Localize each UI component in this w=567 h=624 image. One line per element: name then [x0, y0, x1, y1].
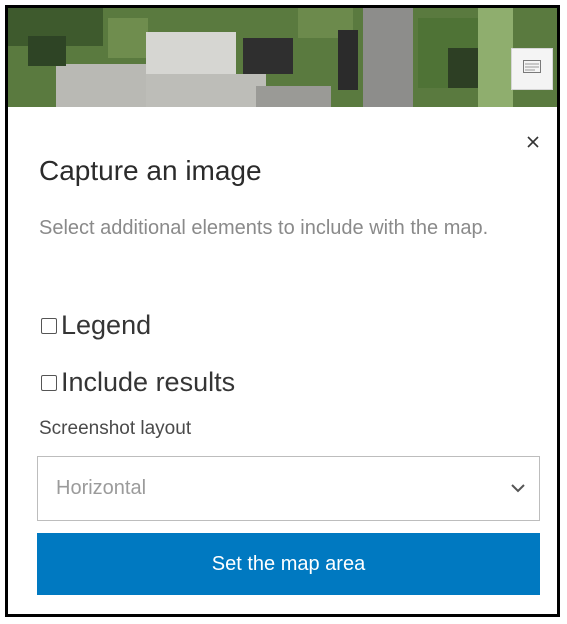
- screenshot-layout-select[interactable]: Horizontal: [37, 456, 540, 521]
- screenshot-layout-button[interactable]: [511, 48, 553, 90]
- include-results-option[interactable]: Include results: [41, 367, 235, 398]
- set-map-area-button[interactable]: Set the map area: [37, 533, 540, 595]
- close-button[interactable]: [522, 133, 544, 155]
- set-map-area-label: Set the map area: [211, 552, 366, 575]
- widget-frame: Capture an image Select additional eleme…: [5, 5, 560, 617]
- screenshot-layout-icon: [523, 60, 541, 78]
- chevron-down-icon: [509, 479, 527, 497]
- legend-checkbox[interactable]: [41, 317, 57, 334]
- dialog-title: Capture an image: [39, 155, 262, 186]
- dialog-description: Select additional elements to include wi…: [39, 217, 489, 239]
- capture-image-panel: Capture an image Select additional eleme…: [8, 107, 557, 614]
- include-results-label: Include results: [61, 367, 236, 397]
- screenshot-layout-value: Horizontal: [56, 477, 147, 499]
- legend-label: Legend: [61, 310, 152, 340]
- include-results-checkbox[interactable]: [41, 374, 57, 391]
- close-icon: [527, 135, 539, 153]
- map-view[interactable]: [8, 8, 557, 107]
- screenshot-layout-label: Screenshot layout: [39, 418, 192, 439]
- legend-option[interactable]: Legend: [41, 310, 151, 341]
